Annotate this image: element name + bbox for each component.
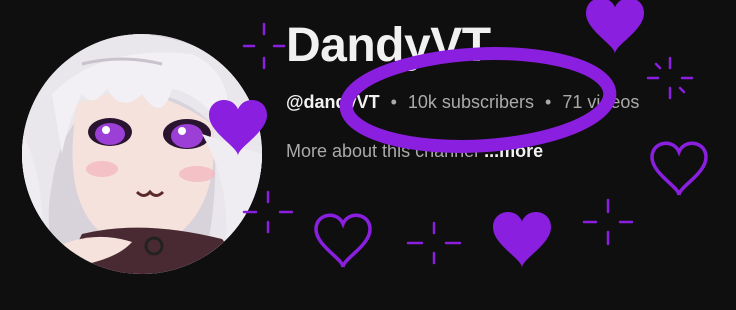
meta-separator: • — [390, 92, 397, 112]
meta-separator: • — [544, 92, 552, 112]
sparkle-icon — [242, 22, 286, 70]
more-link[interactable]: ...more — [484, 141, 543, 161]
avatar-illustration — [22, 34, 262, 274]
sparkle-icon — [646, 56, 694, 100]
channel-about[interactable]: More about this channel ...more — [286, 137, 543, 165]
channel-handle[interactable]: @dandyVT — [286, 92, 380, 112]
channel-meta: @dandyVT • 10k subscribers • 71 videos — [286, 88, 639, 116]
about-text: More about this channel — [286, 141, 479, 161]
channel-name: DandyVT — [286, 19, 491, 72]
video-count: 71 videos — [562, 92, 640, 112]
heart-outline-icon — [650, 141, 708, 197]
channel-avatar[interactable] — [22, 34, 262, 274]
sparkle-icon — [582, 198, 634, 246]
sparkle-icon — [406, 221, 462, 265]
heart-icon — [586, 0, 644, 54]
heart-outline-icon — [314, 213, 372, 269]
heart-icon — [493, 212, 551, 268]
subscriber-count: 10k subscribers — [407, 92, 534, 112]
